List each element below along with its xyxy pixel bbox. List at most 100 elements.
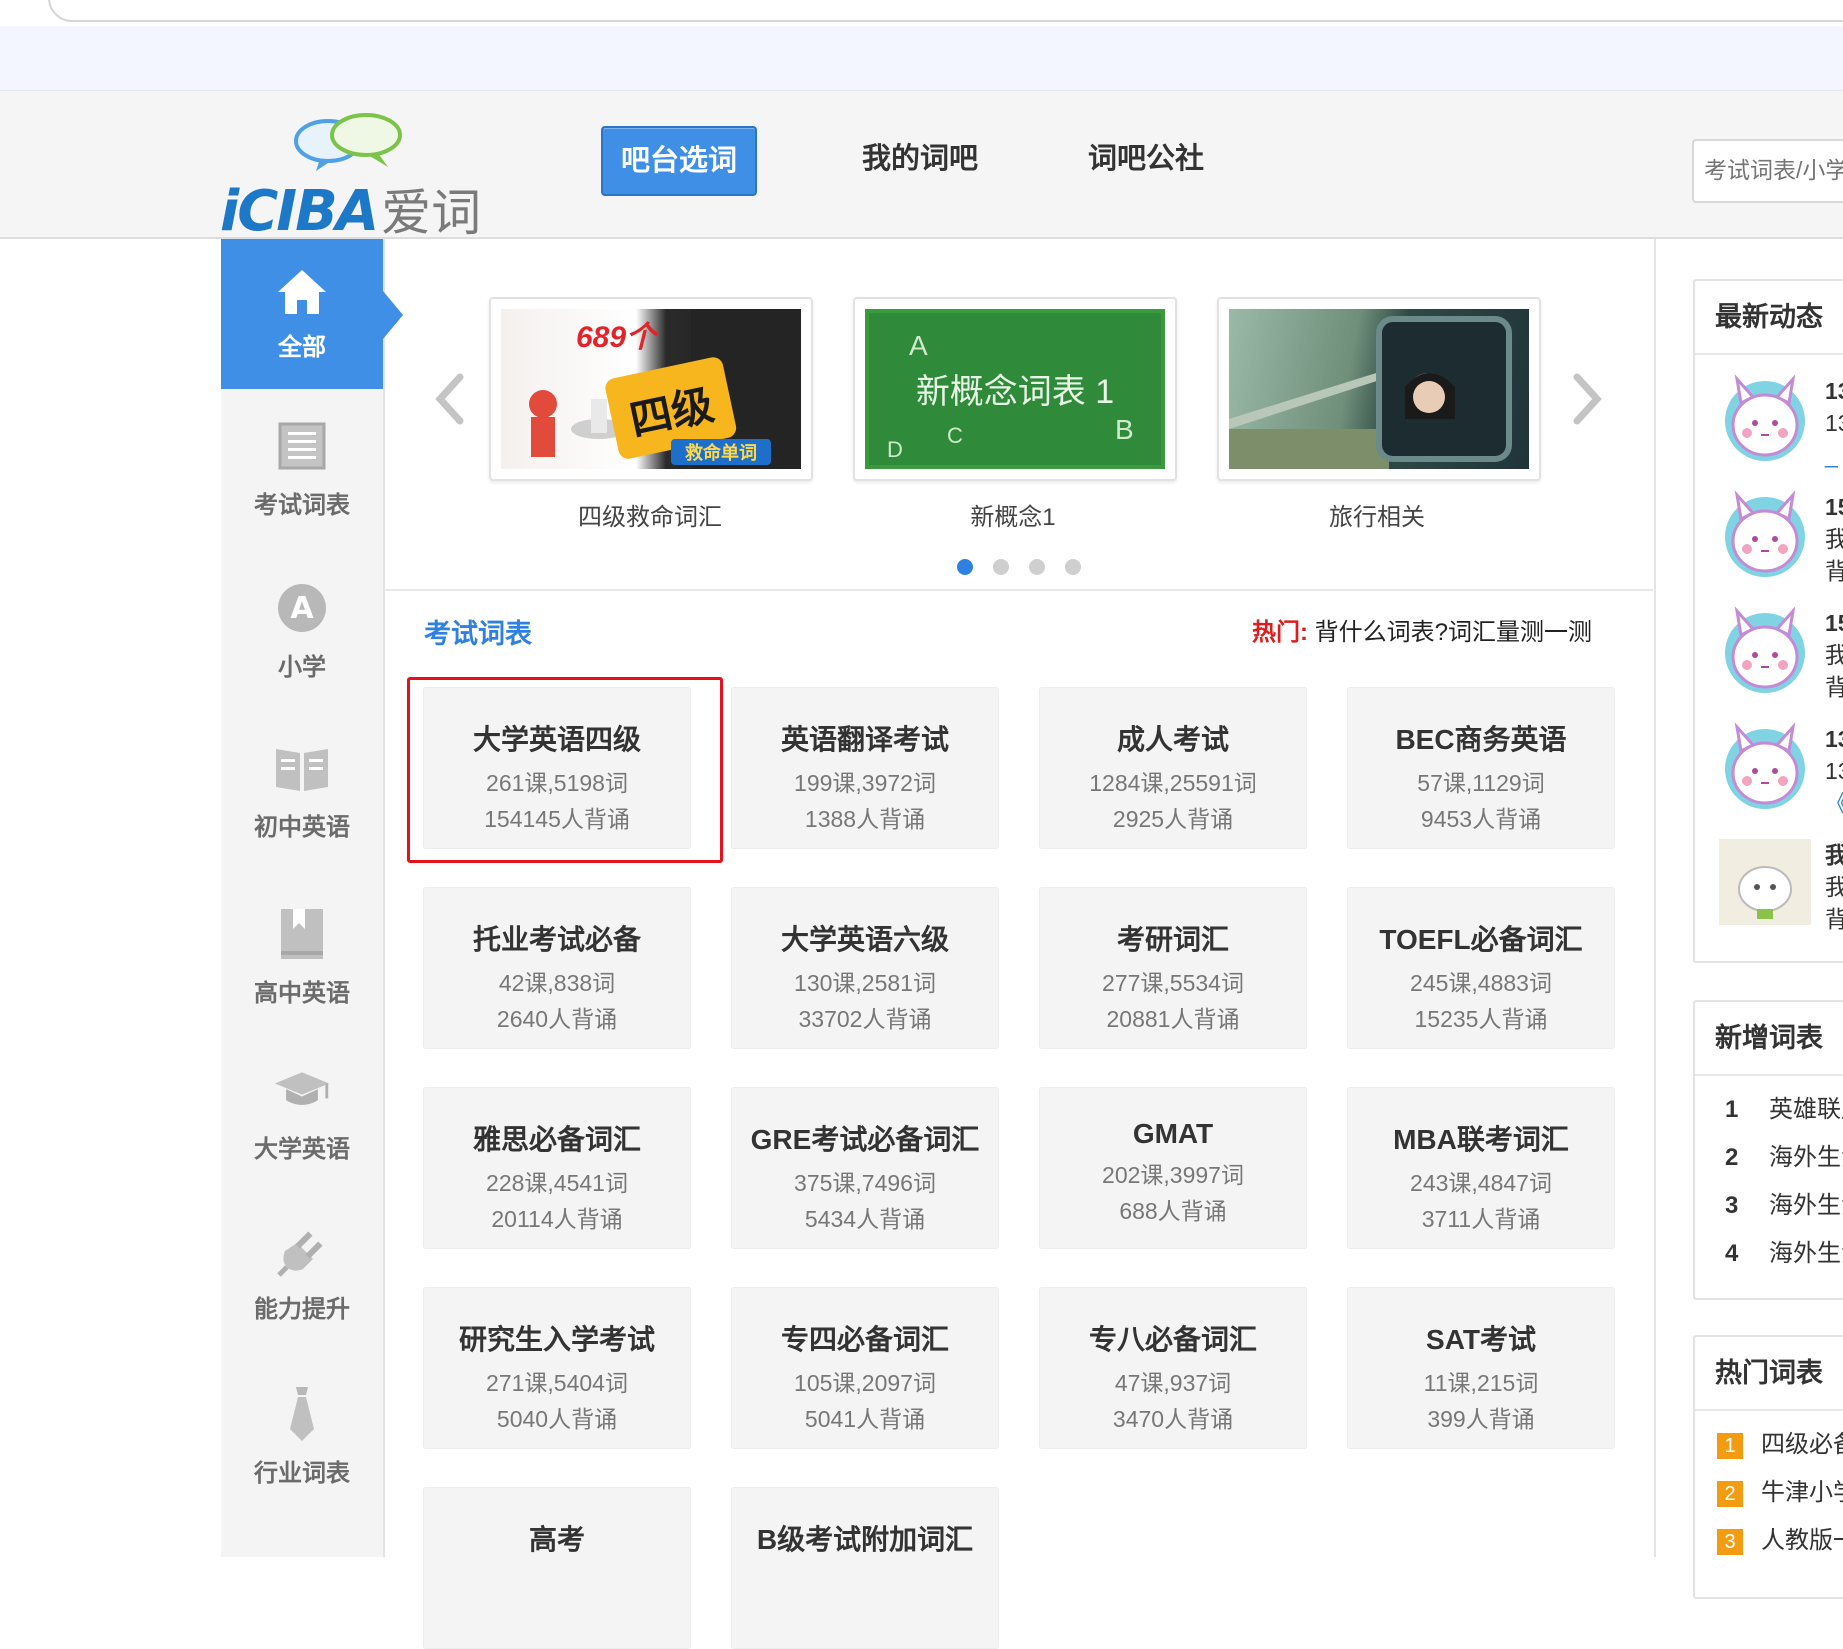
rank-badge: 2 xyxy=(1717,1480,1743,1507)
activity-line: 《 xyxy=(1825,787,1843,819)
activity-item[interactable]: 15 我背 xyxy=(1695,587,1843,703)
avatar[interactable] xyxy=(1717,489,1813,579)
sidebar-item-ability[interactable]: 能力提升 xyxy=(221,1221,383,1324)
card-stats: 57课,1129词 xyxy=(1417,770,1545,796)
nav-select-words[interactable]: 吧台选词 xyxy=(601,126,757,196)
hot-list-item[interactable]: 1 四级必备 xyxy=(1695,1421,1843,1469)
new-list-item[interactable]: 3 海外生活 xyxy=(1695,1182,1843,1230)
svg-text:B: B xyxy=(1115,414,1134,445)
wordlist-card[interactable]: TOEFL必备词汇 245课,4883词 15235人背诵 xyxy=(1347,887,1615,1049)
avatar[interactable] xyxy=(1717,373,1813,463)
activity-item[interactable]: 我我背 xyxy=(1695,819,1843,935)
wordlist-card[interactable]: BEC商务英语 57课,1129词 9453人背诵 xyxy=(1347,687,1615,849)
hot-link[interactable]: 背什么词表?词汇量测一测 xyxy=(1315,619,1592,646)
nav-my-words[interactable]: 我的词吧 xyxy=(840,126,1000,192)
nav-community[interactable]: 词吧公社 xyxy=(1066,126,1226,192)
wordlist-card[interactable]: 成人考试 1284课,25591词 2925人背诵 xyxy=(1039,687,1307,849)
slide-caption[interactable]: 四级救命词汇 xyxy=(488,497,812,532)
section-title[interactable]: 考试词表 xyxy=(424,612,532,651)
sidebar-item-label: 初中英语 xyxy=(254,814,350,841)
card-learners: 20881人背诵 xyxy=(1106,1006,1240,1032)
wordlist-card[interactable]: 大学英语四级 261课,5198词 154145人背诵 xyxy=(423,687,691,849)
wordlist-card[interactable]: 研究生入学考试 271课,5404词 5040人背诵 xyxy=(423,1287,691,1449)
avatar[interactable] xyxy=(1717,605,1813,695)
slide-image-travel xyxy=(1229,309,1529,469)
wordlist-card[interactable]: 考研词汇 277课,5534词 20881人背诵 xyxy=(1039,887,1307,1049)
activity-item[interactable]: 15 我背 xyxy=(1695,471,1843,587)
wordlist-card[interactable]: SAT考试 11课,215词 399人背诵 xyxy=(1347,1287,1615,1449)
iciba-logo[interactable]: iCIBA爱词吧 xyxy=(220,111,500,314)
sidebar-item-college[interactable]: 大学英语 xyxy=(221,1061,383,1164)
carousel-prev-button[interactable] xyxy=(430,369,470,429)
activity-line: 背 xyxy=(1825,674,1843,700)
card-stats: 261课,5198词 xyxy=(486,770,628,796)
carousel-next-button[interactable] xyxy=(1567,369,1607,429)
logo-text: iCIBA xyxy=(220,179,379,244)
wordlist-card[interactable]: 雅思必备词汇 228课,4541词 20114人背诵 xyxy=(423,1087,691,1249)
sidebar-item-exam[interactable]: 考试词表 xyxy=(221,417,383,520)
wordlist-card[interactable]: 托业考试必备 42课,838词 2640人背诵 xyxy=(423,887,691,1049)
wordlist-card[interactable]: B级考试附加词汇 xyxy=(731,1487,999,1649)
hot-list-item[interactable]: 2 牛津小学 xyxy=(1695,1469,1843,1517)
slide-caption[interactable]: 新概念1 xyxy=(851,497,1175,532)
search-input[interactable] xyxy=(1694,141,1843,199)
card-title: 雅思必备词汇 xyxy=(472,1124,641,1155)
wordlist-card[interactable]: MBA联考词汇 243课,4847词 3711人背诵 xyxy=(1347,1087,1615,1249)
card-stats: 42课,838词 xyxy=(498,970,616,996)
card-title: 大学英语四级 xyxy=(472,724,641,755)
carousel-dot[interactable] xyxy=(1065,559,1081,575)
bookmark-icon xyxy=(273,905,331,963)
card-title: SAT考试 xyxy=(1426,1324,1536,1355)
address-bar[interactable] xyxy=(48,0,1843,22)
new-list-item[interactable]: 4 海外生活 xyxy=(1695,1230,1843,1278)
wordlist-card[interactable]: GRE考试必备词汇 375课,7496词 5434人背诵 xyxy=(731,1087,999,1249)
activity-list: 1313_15我背15我背1313《我我背 xyxy=(1695,355,1843,935)
avatar[interactable] xyxy=(1717,721,1813,811)
carousel-slide[interactable]: 四级 689个 救命单词 xyxy=(489,297,813,481)
carousel-slide[interactable] xyxy=(1217,297,1541,481)
card-learners: 2925人背诵 xyxy=(1112,806,1234,832)
wordlist-card[interactable]: 大学英语六级 130课,2581词 33702人背诵 xyxy=(731,887,999,1049)
card-title: 成人考试 xyxy=(1116,724,1229,755)
wordlist-card[interactable]: 英语翻译考试 199课,3972词 1388人背诵 xyxy=(731,687,999,849)
new-list-item[interactable]: 2 海外生活 xyxy=(1695,1134,1843,1182)
site-header: iCIBA爱词吧 吧台选词 我的词吧 词吧公社 xyxy=(0,91,1843,314)
hot-list-item[interactable]: 3 人教版一 xyxy=(1695,1517,1843,1565)
sidebar-item-label: 行业词表 xyxy=(254,1460,350,1487)
panel-title: 热门词表 xyxy=(1695,1337,1843,1411)
carousel-dot[interactable] xyxy=(957,559,973,575)
sidebar-item-all[interactable]: 全部 xyxy=(221,239,403,389)
category-sidebar: 全部 考试词表 A 小学 初中英语 高中英语 大学英语 能力提升 行业词表 xyxy=(221,239,403,1557)
wordlist-card[interactable]: 专四必备词汇 105课,2097词 5041人背诵 xyxy=(731,1287,999,1449)
sidebar-item-industry[interactable]: 行业词表 xyxy=(221,1385,383,1488)
avatar[interactable] xyxy=(1717,837,1813,927)
card-stats: 11课,215词 xyxy=(1423,1370,1539,1396)
activity-item[interactable]: 13 13 《 xyxy=(1695,703,1843,819)
card-stats: 130课,2581词 xyxy=(794,970,936,996)
slide-img-text: 689个 xyxy=(576,321,660,354)
sidebar-item-primary[interactable]: A 小学 xyxy=(221,579,383,682)
card-title: 高考 xyxy=(528,1524,585,1555)
search-box[interactable] xyxy=(1692,139,1843,203)
wordlist-card[interactable]: GMAT 202课,3997词 688人背诵 xyxy=(1039,1087,1307,1249)
activity-line: 13 xyxy=(1825,378,1843,404)
carousel-slide[interactable]: A 新概念词表 1 C B D xyxy=(853,297,1177,481)
card-learners: 399人背诵 xyxy=(1427,1406,1535,1432)
carousel-dot[interactable] xyxy=(993,559,1009,575)
wordlist-card[interactable]: 高考 xyxy=(423,1487,691,1649)
svg-text:A: A xyxy=(290,591,314,626)
activity-text: 15 我背 xyxy=(1825,607,1843,703)
card-stats: 271课,5404词 xyxy=(486,1370,628,1396)
svg-text:C: C xyxy=(947,423,963,448)
wordlist-card[interactable]: 专八必备词汇 47课,937词 3470人背诵 xyxy=(1039,1287,1307,1449)
list-item-label: 英雄联盟 xyxy=(1769,1096,1843,1123)
slide-img-text: 救命单词 xyxy=(685,442,757,463)
sidebar-item-senior[interactable]: 高中英语 xyxy=(221,905,383,1008)
activity-line: 我 xyxy=(1825,642,1843,668)
graduation-cap-icon xyxy=(273,1061,331,1119)
carousel-dot[interactable] xyxy=(1029,559,1045,575)
activity-item[interactable]: 13 13 _ xyxy=(1695,355,1843,471)
slide-caption[interactable]: 旅行相关 xyxy=(1215,497,1539,532)
sidebar-item-junior[interactable]: 初中英语 xyxy=(221,739,383,842)
new-list-item[interactable]: 1 英雄联盟 xyxy=(1695,1086,1843,1134)
